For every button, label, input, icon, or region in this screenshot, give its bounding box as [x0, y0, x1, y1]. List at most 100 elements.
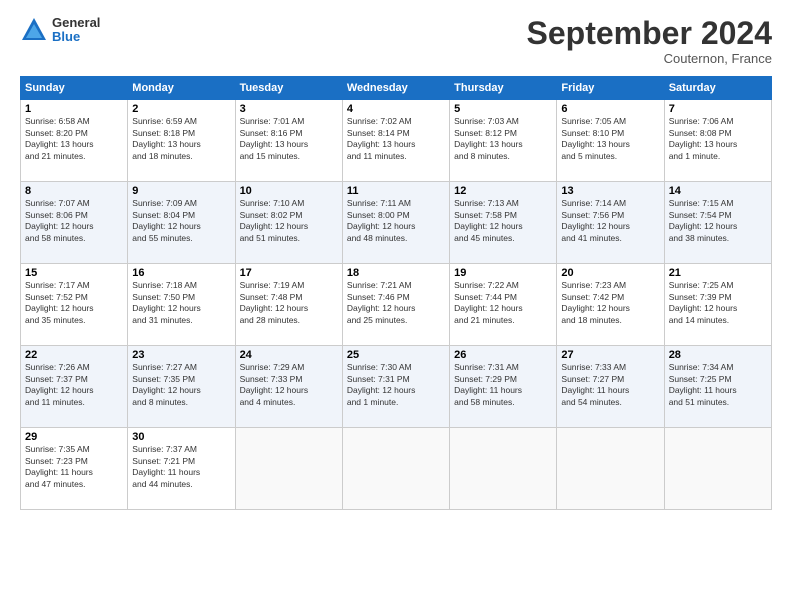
calendar-cell: 28Sunrise: 7:34 AMSunset: 7:25 PMDayligh… [664, 346, 771, 428]
day-info: Sunrise: 7:03 AMSunset: 8:12 PMDaylight:… [454, 116, 552, 162]
day-info: Sunrise: 7:19 AMSunset: 7:48 PMDaylight:… [240, 280, 338, 326]
day-number: 1 [25, 103, 123, 115]
header: General Blue September 2024 Couternon, F… [20, 16, 772, 66]
logo-icon [20, 16, 48, 44]
calendar-cell: 29Sunrise: 7:35 AMSunset: 7:23 PMDayligh… [21, 428, 128, 510]
calendar-cell: 17Sunrise: 7:19 AMSunset: 7:48 PMDayligh… [235, 264, 342, 346]
calendar-cell: 5Sunrise: 7:03 AMSunset: 8:12 PMDaylight… [450, 100, 557, 182]
calendar-cell: 2Sunrise: 6:59 AMSunset: 8:18 PMDaylight… [128, 100, 235, 182]
day-number: 6 [561, 103, 659, 115]
calendar-cell: 16Sunrise: 7:18 AMSunset: 7:50 PMDayligh… [128, 264, 235, 346]
calendar-week-1: 1Sunrise: 6:58 AMSunset: 8:20 PMDaylight… [21, 100, 772, 182]
day-number: 27 [561, 349, 659, 361]
day-info: Sunrise: 7:09 AMSunset: 8:04 PMDaylight:… [132, 198, 230, 244]
calendar-cell: 15Sunrise: 7:17 AMSunset: 7:52 PMDayligh… [21, 264, 128, 346]
logo: General Blue [20, 16, 100, 45]
calendar-cell: 7Sunrise: 7:06 AMSunset: 8:08 PMDaylight… [664, 100, 771, 182]
calendar-week-3: 15Sunrise: 7:17 AMSunset: 7:52 PMDayligh… [21, 264, 772, 346]
day-info: Sunrise: 7:33 AMSunset: 7:27 PMDaylight:… [561, 362, 659, 408]
day-number: 24 [240, 349, 338, 361]
day-number: 23 [132, 349, 230, 361]
calendar-cell: 24Sunrise: 7:29 AMSunset: 7:33 PMDayligh… [235, 346, 342, 428]
day-number: 15 [25, 267, 123, 279]
day-number: 9 [132, 185, 230, 197]
day-info: Sunrise: 6:58 AMSunset: 8:20 PMDaylight:… [25, 116, 123, 162]
day-number: 7 [669, 103, 767, 115]
day-info: Sunrise: 7:06 AMSunset: 8:08 PMDaylight:… [669, 116, 767, 162]
calendar-cell: 10Sunrise: 7:10 AMSunset: 8:02 PMDayligh… [235, 182, 342, 264]
calendar-cell: 23Sunrise: 7:27 AMSunset: 7:35 PMDayligh… [128, 346, 235, 428]
day-number: 22 [25, 349, 123, 361]
logo-blue: Blue [52, 30, 100, 44]
calendar-cell: 8Sunrise: 7:07 AMSunset: 8:06 PMDaylight… [21, 182, 128, 264]
title-block: September 2024 Couternon, France [527, 16, 772, 66]
day-number: 26 [454, 349, 552, 361]
logo-text: General Blue [52, 16, 100, 45]
calendar-cell: 21Sunrise: 7:25 AMSunset: 7:39 PMDayligh… [664, 264, 771, 346]
day-info: Sunrise: 7:05 AMSunset: 8:10 PMDaylight:… [561, 116, 659, 162]
day-info: Sunrise: 7:30 AMSunset: 7:31 PMDaylight:… [347, 362, 445, 408]
day-number: 21 [669, 267, 767, 279]
day-number: 10 [240, 185, 338, 197]
day-header-tuesday: Tuesday [235, 77, 342, 100]
calendar-cell [664, 428, 771, 510]
logo-general: General [52, 16, 100, 30]
calendar-cell: 6Sunrise: 7:05 AMSunset: 8:10 PMDaylight… [557, 100, 664, 182]
calendar-week-2: 8Sunrise: 7:07 AMSunset: 8:06 PMDaylight… [21, 182, 772, 264]
calendar-cell: 22Sunrise: 7:26 AMSunset: 7:37 PMDayligh… [21, 346, 128, 428]
day-info: Sunrise: 7:26 AMSunset: 7:37 PMDaylight:… [25, 362, 123, 408]
day-number: 4 [347, 103, 445, 115]
calendar-cell [235, 428, 342, 510]
calendar-cell: 26Sunrise: 7:31 AMSunset: 7:29 PMDayligh… [450, 346, 557, 428]
day-info: Sunrise: 7:17 AMSunset: 7:52 PMDaylight:… [25, 280, 123, 326]
day-number: 14 [669, 185, 767, 197]
day-number: 19 [454, 267, 552, 279]
calendar-cell: 27Sunrise: 7:33 AMSunset: 7:27 PMDayligh… [557, 346, 664, 428]
calendar-cell: 20Sunrise: 7:23 AMSunset: 7:42 PMDayligh… [557, 264, 664, 346]
calendar-cell: 3Sunrise: 7:01 AMSunset: 8:16 PMDaylight… [235, 100, 342, 182]
calendar-cell: 11Sunrise: 7:11 AMSunset: 8:00 PMDayligh… [342, 182, 449, 264]
calendar-cell: 4Sunrise: 7:02 AMSunset: 8:14 PMDaylight… [342, 100, 449, 182]
day-info: Sunrise: 7:37 AMSunset: 7:21 PMDaylight:… [132, 444, 230, 490]
day-number: 25 [347, 349, 445, 361]
day-header-saturday: Saturday [664, 77, 771, 100]
day-number: 11 [347, 185, 445, 197]
calendar-header-row: SundayMondayTuesdayWednesdayThursdayFrid… [21, 77, 772, 100]
day-number: 12 [454, 185, 552, 197]
day-info: Sunrise: 7:10 AMSunset: 8:02 PMDaylight:… [240, 198, 338, 244]
calendar-cell: 19Sunrise: 7:22 AMSunset: 7:44 PMDayligh… [450, 264, 557, 346]
day-info: Sunrise: 7:23 AMSunset: 7:42 PMDaylight:… [561, 280, 659, 326]
location: Couternon, France [527, 51, 772, 66]
day-number: 5 [454, 103, 552, 115]
day-header-friday: Friday [557, 77, 664, 100]
day-info: Sunrise: 7:21 AMSunset: 7:46 PMDaylight:… [347, 280, 445, 326]
calendar-cell: 1Sunrise: 6:58 AMSunset: 8:20 PMDaylight… [21, 100, 128, 182]
day-info: Sunrise: 7:22 AMSunset: 7:44 PMDaylight:… [454, 280, 552, 326]
day-number: 13 [561, 185, 659, 197]
day-info: Sunrise: 7:13 AMSunset: 7:58 PMDaylight:… [454, 198, 552, 244]
day-number: 29 [25, 431, 123, 443]
calendar-cell: 25Sunrise: 7:30 AMSunset: 7:31 PMDayligh… [342, 346, 449, 428]
day-header-sunday: Sunday [21, 77, 128, 100]
calendar-cell [450, 428, 557, 510]
day-info: Sunrise: 7:02 AMSunset: 8:14 PMDaylight:… [347, 116, 445, 162]
calendar-week-5: 29Sunrise: 7:35 AMSunset: 7:23 PMDayligh… [21, 428, 772, 510]
day-number: 2 [132, 103, 230, 115]
day-info: Sunrise: 7:11 AMSunset: 8:00 PMDaylight:… [347, 198, 445, 244]
day-info: Sunrise: 7:25 AMSunset: 7:39 PMDaylight:… [669, 280, 767, 326]
day-info: Sunrise: 7:35 AMSunset: 7:23 PMDaylight:… [25, 444, 123, 490]
day-number: 8 [25, 185, 123, 197]
day-header-thursday: Thursday [450, 77, 557, 100]
day-number: 16 [132, 267, 230, 279]
calendar-cell: 13Sunrise: 7:14 AMSunset: 7:56 PMDayligh… [557, 182, 664, 264]
day-header-monday: Monday [128, 77, 235, 100]
day-info: Sunrise: 7:31 AMSunset: 7:29 PMDaylight:… [454, 362, 552, 408]
calendar-cell: 18Sunrise: 7:21 AMSunset: 7:46 PMDayligh… [342, 264, 449, 346]
day-info: Sunrise: 6:59 AMSunset: 8:18 PMDaylight:… [132, 116, 230, 162]
day-info: Sunrise: 7:29 AMSunset: 7:33 PMDaylight:… [240, 362, 338, 408]
day-info: Sunrise: 7:15 AMSunset: 7:54 PMDaylight:… [669, 198, 767, 244]
day-number: 28 [669, 349, 767, 361]
calendar-cell [557, 428, 664, 510]
day-info: Sunrise: 7:34 AMSunset: 7:25 PMDaylight:… [669, 362, 767, 408]
calendar-cell: 14Sunrise: 7:15 AMSunset: 7:54 PMDayligh… [664, 182, 771, 264]
